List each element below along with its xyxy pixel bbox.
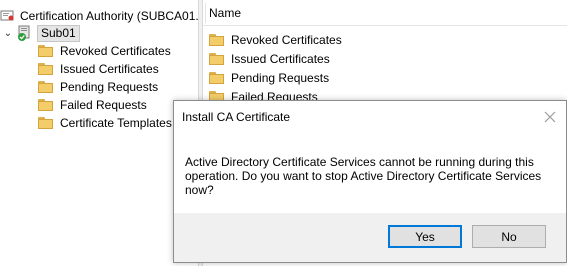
dialog-titlebar[interactable]: Install CA Certificate <box>174 101 566 133</box>
column-header-name[interactable]: Name <box>203 0 567 26</box>
dialog-message: Active Directory Certificate Services ca… <box>185 155 542 197</box>
yes-button[interactable]: Yes <box>388 225 462 248</box>
folder-icon <box>38 117 54 129</box>
list-item-label: Revoked Certificates <box>231 33 342 47</box>
tree-item-pending-requests[interactable]: Pending Requests <box>38 78 158 96</box>
tree-ca-label: Sub01 <box>37 24 80 42</box>
list-item[interactable]: Revoked Certificates <box>209 31 342 49</box>
folder-icon <box>209 72 225 84</box>
tree-item-label: Issued Certificates <box>60 62 159 76</box>
list-item[interactable]: Issued Certificates <box>209 50 330 68</box>
folder-icon <box>38 99 54 111</box>
tree-item-label: Failed Requests <box>60 98 147 112</box>
chevron-down-icon[interactable]: ⌄ <box>3 28 13 39</box>
column-header-label: Name <box>209 6 242 20</box>
folder-icon <box>38 45 54 57</box>
list-item[interactable]: Pending Requests <box>209 69 329 87</box>
tree-item-label: Certificate Templates <box>60 116 172 130</box>
dialog-content: Active Directory Certificate Services ca… <box>174 133 566 213</box>
tree-item-failed-requests[interactable]: Failed Requests <box>38 96 147 114</box>
no-button[interactable]: No <box>472 225 546 248</box>
install-ca-certificate-dialog: Install CA Certificate Active Directory … <box>173 100 567 263</box>
list-item-label: Issued Certificates <box>231 52 330 66</box>
console-tree-pane: Certification Authority (SUBCA01. ⌄ Sub0… <box>0 0 198 266</box>
tree-item-issued-certificates[interactable]: Issued Certificates <box>38 60 159 78</box>
close-icon[interactable] <box>542 109 558 125</box>
column-separator <box>205 3 206 23</box>
tree-root-label: Certification Authority (SUBCA01. <box>20 9 198 23</box>
tree-item-revoked-certificates[interactable]: Revoked Certificates <box>38 42 171 60</box>
list-item-label: Pending Requests <box>231 71 330 85</box>
certificate-authority-icon <box>0 9 16 23</box>
tree-ca-node[interactable]: ⌄ Sub01 <box>3 24 80 42</box>
dialog-title: Install CA Certificate <box>182 110 291 124</box>
folder-icon <box>209 34 225 46</box>
tree-item-label: Revoked Certificates <box>60 44 171 58</box>
folder-icon <box>38 81 54 93</box>
tree-item-certificate-templates[interactable]: Certificate Templates <box>38 114 172 132</box>
dialog-footer: Yes No <box>174 213 566 262</box>
tree-item-label: Pending Requests <box>60 80 159 94</box>
folder-icon <box>38 63 54 75</box>
ca-server-running-icon <box>17 25 33 41</box>
tree-root-item[interactable]: Certification Authority (SUBCA01. <box>0 7 198 25</box>
folder-icon <box>209 53 225 65</box>
